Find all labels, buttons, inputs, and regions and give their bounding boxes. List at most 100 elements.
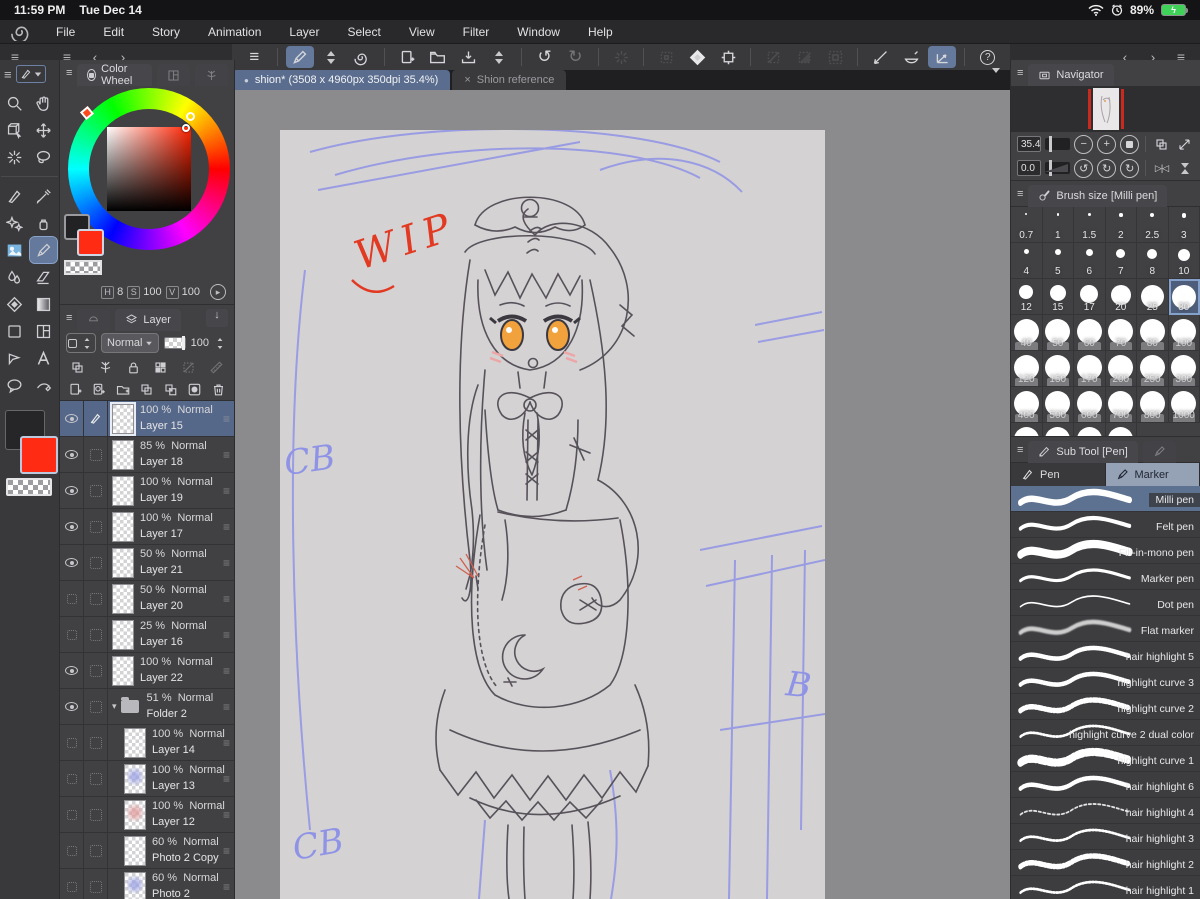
palette-color-box[interactable] [66, 333, 96, 353]
command-menu-button[interactable]: ≡ [240, 46, 269, 68]
layer-row[interactable]: ▾ 85 % Normal Layer 18 ≡ [60, 437, 234, 473]
menu-item[interactable]: File [44, 22, 87, 42]
flip-horizontal-button[interactable]: ▷|◁ [1152, 159, 1171, 178]
sub-tool-item[interactable]: hair highlight 3 [1011, 824, 1200, 850]
menu-item[interactable]: Animation [196, 22, 273, 42]
sub-color-swatch[interactable] [20, 436, 58, 474]
new-canvas-button[interactable] [393, 46, 422, 68]
undo-button[interactable]: ↺ [530, 46, 559, 68]
brush-size-cell[interactable]: 20 [1105, 279, 1137, 315]
redo-button[interactable]: ↻ [561, 46, 590, 68]
layer-menu-handle[interactable]: ≡ [223, 808, 230, 822]
layer-menu-handle[interactable]: ≡ [223, 592, 230, 606]
brush-size-cell[interactable]: 80 [1137, 315, 1169, 351]
color-wheel[interactable] [60, 86, 234, 282]
layer-thumbnail[interactable] [110, 401, 136, 436]
menu-item[interactable]: Filter [451, 22, 502, 42]
document-tab-reference[interactable]: × Shion reference [452, 70, 567, 90]
brush-size-cell[interactable]: 170 [1074, 351, 1106, 387]
tool-switch-stepper[interactable] [316, 46, 345, 68]
color-history-button[interactable]: ▸ [210, 284, 226, 300]
tool-object[interactable] [1, 117, 28, 143]
tab-list-dropdown[interactable] [992, 68, 1000, 85]
layer-menu-handle[interactable]: ≡ [223, 484, 230, 498]
sub-tool-item[interactable]: Marker pen [1011, 564, 1200, 590]
layer-edit-cell[interactable] [84, 725, 108, 760]
rotate-cw-button[interactable]: ↻ [1097, 158, 1117, 178]
brush-size-cell[interactable]: 5 [1042, 243, 1074, 279]
layer-row[interactable]: ▾ 100 % Normal Layer 22 ≡ [60, 653, 234, 689]
sub-tool-item[interactable]: highlight curve 2 [1011, 694, 1200, 720]
tool-marker[interactable] [29, 236, 58, 264]
layer-visibility-cell[interactable] [60, 509, 84, 544]
crop-button[interactable] [714, 46, 743, 68]
layer-edit-cell[interactable] [84, 581, 108, 616]
tool-balloon[interactable] [1, 372, 28, 398]
tab-navigator[interactable]: Navigator [1028, 64, 1114, 86]
layer-edit-cell[interactable] [84, 833, 108, 868]
zoom-out-button[interactable]: − [1074, 134, 1094, 154]
brush-size-cell[interactable]: 50 [1042, 315, 1074, 351]
opacity-stepper[interactable] [212, 337, 228, 350]
tool-move[interactable] [30, 117, 57, 143]
layer-visibility-cell[interactable] [60, 473, 84, 508]
layer-visibility-cell[interactable] [60, 689, 84, 724]
sub-tool-tab-pen[interactable]: Pen [1011, 463, 1106, 486]
tool-hand[interactable] [30, 90, 57, 116]
layer-thumbnail[interactable] [112, 619, 134, 650]
brush-size-cell[interactable]: 8 [1137, 243, 1169, 279]
reset-rotation-button[interactable]: ↻ [1120, 158, 1140, 178]
new-folder-icon[interactable] [116, 382, 131, 397]
current-tool-indicator[interactable] [15, 65, 46, 83]
layer-menu-handle[interactable]: ≡ [223, 448, 230, 462]
fit-screen-button[interactable] [1175, 135, 1194, 154]
layer-menu-handle[interactable]: ≡ [223, 664, 230, 678]
layer-visibility-cell[interactable] [60, 869, 84, 899]
layer-edit-cell[interactable] [84, 509, 108, 544]
brush-size-cell[interactable]: 2.5 [1137, 207, 1169, 243]
brush-size-cell[interactable]: 400 [1011, 387, 1043, 423]
layer-opacity-slider[interactable] [164, 336, 186, 350]
tool-polyline[interactable] [1, 345, 28, 371]
sub-tool-item[interactable]: Dot pen [1011, 590, 1200, 616]
layer-visibility-cell[interactable] [60, 545, 84, 580]
layer-row[interactable]: ▾ 25 % Normal Layer 16 ≡ [60, 617, 234, 653]
layer-row[interactable]: ▾ 60 % Normal Photo 2 ≡ [60, 869, 234, 899]
menu-item[interactable]: Edit [91, 22, 136, 42]
clip-to-layer-icon[interactable] [70, 360, 85, 375]
tab-layer-property[interactable] [77, 308, 111, 331]
sub-tool-item[interactable]: Fill-in-mono pen [1011, 538, 1200, 564]
brush-size-cell[interactable]: 600 [1074, 387, 1106, 423]
tool-figure[interactable] [1, 318, 28, 344]
brush-size-cell[interactable]: 2 [1105, 207, 1137, 243]
layer-menu-handle[interactable]: ≡ [223, 556, 230, 570]
layer-thumbnail[interactable] [112, 511, 134, 542]
layer-row[interactable]: ▾ 100 % Normal Layer 13 ≡ [60, 761, 234, 797]
brush-size-cell[interactable]: 7 [1105, 243, 1137, 279]
menu-item[interactable]: View [397, 22, 447, 42]
tool-lasso[interactable] [30, 144, 57, 170]
tab-layer[interactable]: Layer [115, 308, 181, 331]
brush-size-cell[interactable]: 25 [1137, 279, 1169, 315]
brush-size-cell[interactable] [1074, 423, 1106, 436]
layer-visibility-cell[interactable] [60, 725, 84, 760]
merge-down-icon[interactable] [163, 382, 178, 397]
layer-edit-cell[interactable] [84, 689, 108, 724]
tool-zoom[interactable] [1, 90, 28, 116]
tab-sub-tool[interactable]: Sub Tool [Pen] [1028, 440, 1138, 463]
layer-menu-handle[interactable]: ≡ [223, 880, 230, 894]
document-tab-active[interactable]: ● shion* (3508 x 4960px 350dpi 35.4%) [232, 70, 451, 90]
menu-item[interactable]: Story [140, 22, 192, 42]
tool-frame[interactable] [30, 318, 57, 344]
folder-collapse-chevron[interactable]: ▾ [112, 701, 117, 712]
tab-color-slider[interactable] [195, 64, 228, 86]
layer-row[interactable]: ▾ 60 % Normal Photo 2 Copy ≡ [60, 833, 234, 869]
brush-size-cell[interactable]: 800 [1137, 387, 1169, 423]
brush-size-cell[interactable]: 40 [1011, 315, 1043, 351]
tool-correction[interactable] [30, 372, 57, 398]
brush-size-cell[interactable]: 17 [1074, 279, 1106, 315]
close-tab-icon[interactable]: × [464, 74, 470, 86]
layer-menu-handle[interactable]: ≡ [223, 844, 230, 858]
layer-thumbnail[interactable] [124, 763, 146, 794]
layer-row[interactable]: ▾ 100 % Normal Layer 12 ≡ [60, 797, 234, 833]
